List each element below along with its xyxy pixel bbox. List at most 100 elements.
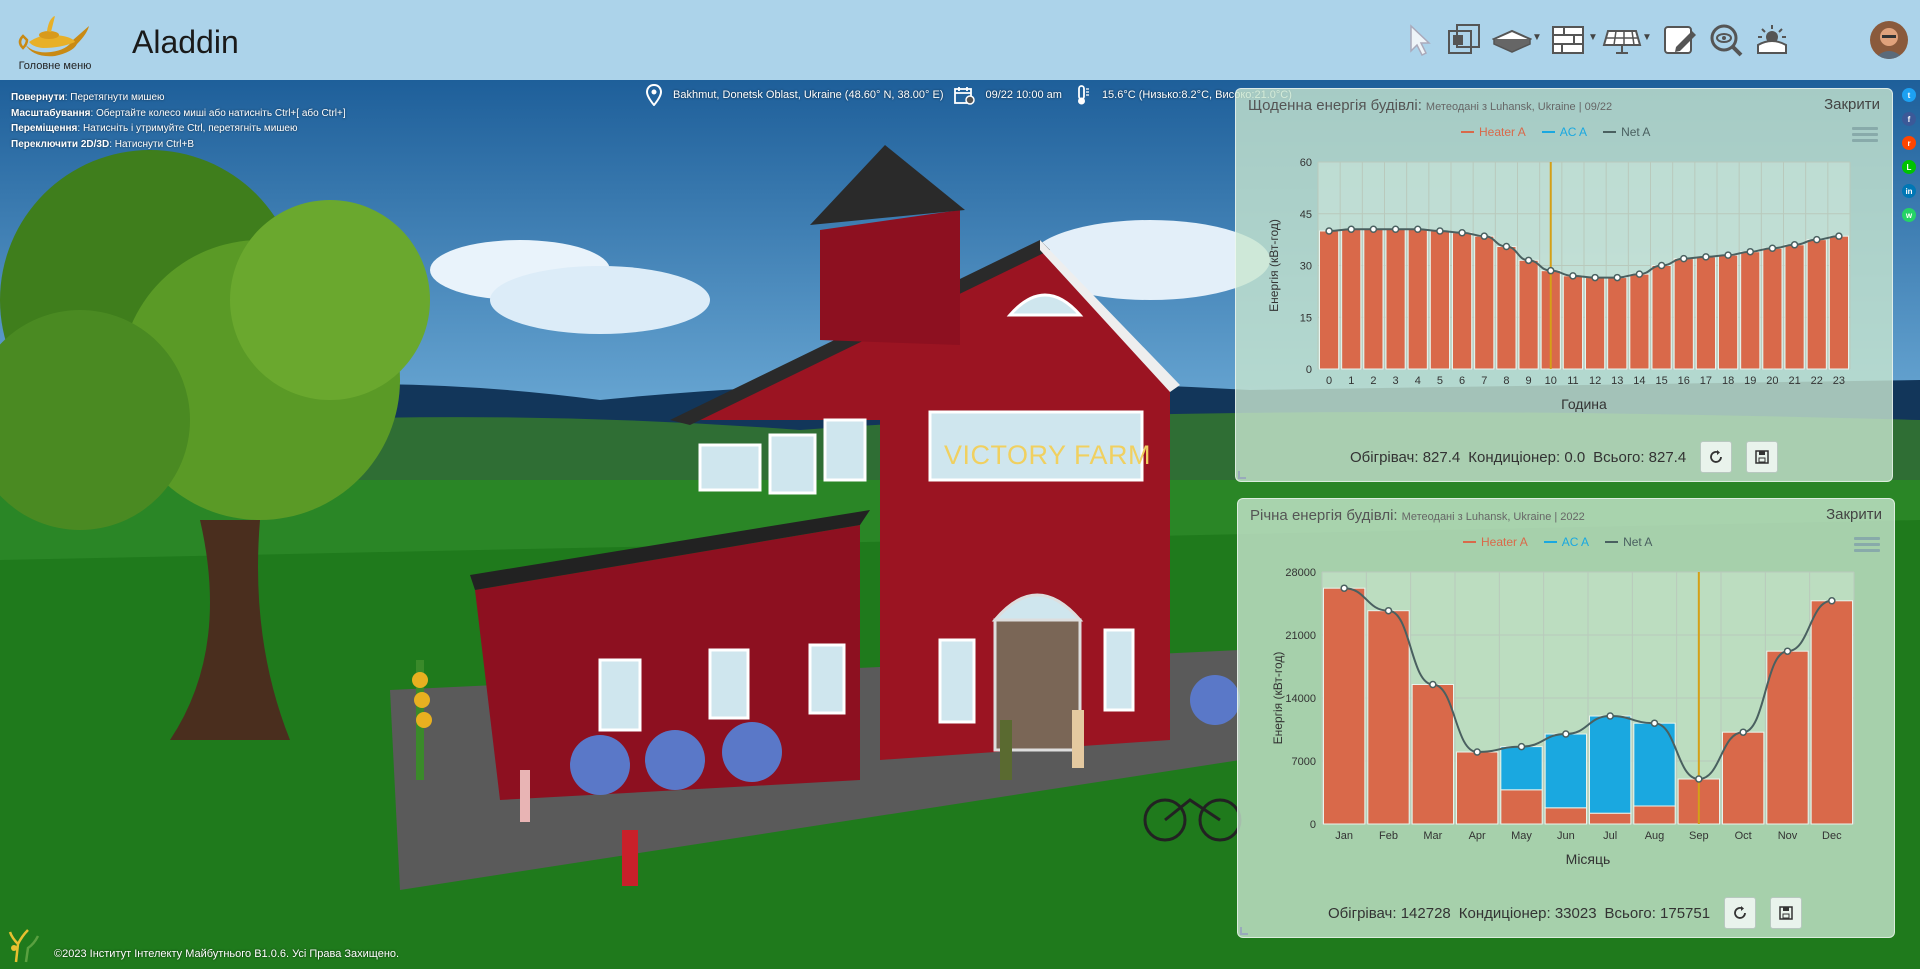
daily-bar-heater[interactable] — [1341, 228, 1362, 370]
daily-net-point[interactable] — [1347, 225, 1355, 234]
reddit-icon[interactable]: r — [1902, 136, 1916, 150]
yearly-bar-heater[interactable] — [1589, 812, 1632, 825]
daily-bar-heater[interactable] — [1407, 228, 1428, 370]
daily-bar-heater[interactable] — [1429, 230, 1450, 370]
daily-bar-heater[interactable] — [1474, 235, 1495, 370]
whatsapp-icon[interactable]: w — [1902, 208, 1916, 222]
yearly-refresh-button[interactable] — [1724, 897, 1757, 929]
yearly-net-point[interactable] — [1783, 647, 1792, 655]
yearly-net-point[interactable] — [1739, 728, 1747, 736]
main-menu-button[interactable]: Головне меню — [12, 6, 98, 72]
yearly-net-point[interactable] — [1473, 748, 1481, 756]
daily-panel-resize-handle[interactable] — [1238, 471, 1246, 479]
edit-note-tool-button[interactable] — [1660, 16, 1700, 64]
daily-bar-heater[interactable] — [1762, 247, 1783, 370]
daily-net-point[interactable] — [1591, 273, 1599, 282]
yearly-bar-heater[interactable] — [1367, 610, 1410, 825]
yearly-bar-heater[interactable] — [1810, 600, 1854, 825]
daily-net-point[interactable] — [1680, 254, 1688, 263]
daily-bar-heater[interactable] — [1319, 230, 1340, 370]
daily-net-point[interactable] — [1746, 247, 1754, 256]
yearly-net-point[interactable] — [1562, 730, 1570, 738]
daily-bar-heater[interactable] — [1585, 277, 1606, 370]
daily-net-point[interactable] — [1702, 253, 1710, 261]
calendar-icon[interactable] — [953, 85, 976, 105]
daily-net-point[interactable] — [1724, 251, 1732, 259]
yearly-net-point[interactable] — [1828, 597, 1836, 605]
daily-net-point[interactable] — [1458, 228, 1466, 237]
daily-net-point[interactable] — [1325, 227, 1333, 235]
yearly-bar-heater[interactable] — [1766, 650, 1809, 825]
yearly-net-point[interactable] — [1340, 584, 1348, 592]
facebook-icon[interactable]: f — [1902, 112, 1916, 126]
daily-net-point[interactable] — [1502, 242, 1511, 251]
wall-tool-button[interactable] — [1548, 16, 1588, 64]
daily-bar-heater[interactable] — [1452, 232, 1473, 370]
yearly-bar-heater[interactable] — [1411, 684, 1455, 825]
foundation-dropdown-icon[interactable]: ▼ — [1532, 32, 1542, 43]
daily-net-point[interactable] — [1391, 225, 1400, 234]
daily-net-point[interactable] — [1768, 244, 1777, 252]
yearly-bar-heater[interactable] — [1722, 731, 1765, 825]
datetime-text[interactable]: 09/22 10:00 am — [985, 89, 1061, 101]
daily-bar-heater[interactable] — [1740, 251, 1761, 370]
daily-net-point[interactable] — [1524, 256, 1533, 265]
yearly-bar-heater[interactable] — [1544, 807, 1587, 825]
daily-net-point[interactable] — [1547, 266, 1555, 275]
yearly-net-point[interactable] — [1384, 606, 1393, 615]
yearly-bar-heater[interactable] — [1323, 587, 1366, 825]
daily-net-point[interactable] — [1790, 241, 1799, 249]
daily-net-point[interactable] — [1414, 225, 1422, 234]
weather-tool-button[interactable] — [1752, 16, 1792, 64]
daily-bar-heater[interactable] — [1828, 235, 1849, 370]
yearly-bar-ac[interactable] — [1589, 715, 1632, 814]
daily-net-point[interactable] — [1569, 272, 1577, 280]
daily-net-point[interactable] — [1813, 235, 1821, 244]
daily-bar-heater[interactable] — [1629, 273, 1650, 370]
yearly-net-point[interactable] — [1695, 775, 1703, 783]
daily-bar-heater[interactable] — [1718, 254, 1739, 370]
solar-panel-tool-button[interactable] — [1602, 16, 1642, 64]
daily-net-point[interactable] — [1635, 270, 1644, 278]
location-icon[interactable] — [645, 84, 663, 106]
daily-net-point[interactable] — [1657, 261, 1666, 270]
daily-net-point[interactable] — [1436, 227, 1444, 235]
inspect-tool-button[interactable] — [1706, 16, 1746, 64]
linkedin-icon[interactable]: in — [1902, 184, 1916, 198]
yearly-bar-heater[interactable] — [1456, 751, 1499, 825]
yearly-save-button[interactable] — [1770, 897, 1803, 929]
daily-net-point[interactable] — [1835, 232, 1843, 240]
yearly-panel-resize-handle[interactable] — [1240, 927, 1248, 935]
daily-bar-heater[interactable] — [1806, 239, 1827, 370]
daily-bar-heater[interactable] — [1784, 244, 1805, 370]
daily-bar-heater[interactable] — [1518, 259, 1539, 370]
daily-net-point[interactable] — [1613, 273, 1621, 282]
select-tool-button[interactable] — [1400, 16, 1440, 64]
daily-net-point[interactable] — [1480, 232, 1488, 240]
daily-bar-heater[interactable] — [1562, 275, 1584, 370]
yearly-bar-heater[interactable] — [1500, 789, 1543, 825]
yearly-net-point[interactable] — [1650, 719, 1659, 727]
daily-save-button[interactable] — [1746, 441, 1779, 473]
yearly-bar-heater[interactable] — [1633, 805, 1676, 825]
twitter-icon[interactable]: t — [1902, 88, 1916, 102]
line-icon[interactable]: L — [1902, 160, 1916, 174]
resize-tool-button[interactable] — [1444, 16, 1484, 64]
daily-bar-heater[interactable] — [1385, 228, 1406, 370]
yearly-net-point[interactable] — [1429, 680, 1437, 689]
yearly-net-point[interactable] — [1517, 742, 1526, 751]
daily-bar-heater[interactable] — [1695, 256, 1717, 370]
yearly-net-point[interactable] — [1606, 712, 1614, 720]
daily-bar-heater[interactable] — [1673, 258, 1694, 370]
daily-bar-heater[interactable] — [1651, 265, 1672, 370]
foundation-tool-button[interactable] — [1492, 16, 1532, 64]
yearly-bar-ac[interactable] — [1500, 746, 1543, 791]
daily-bar-heater[interactable] — [1607, 277, 1628, 370]
daily-net-point[interactable] — [1369, 225, 1378, 234]
solar-panel-dropdown-icon[interactable]: ▼ — [1642, 32, 1652, 43]
daily-refresh-button[interactable] — [1700, 441, 1733, 473]
daily-bar-heater[interactable] — [1363, 228, 1384, 370]
location-text[interactable]: Bakhmut, Donetsk Oblast, Ukraine (48.60°… — [673, 89, 943, 101]
daily-bar-heater[interactable] — [1496, 246, 1517, 370]
yearly-bar-ac[interactable] — [1544, 733, 1587, 809]
